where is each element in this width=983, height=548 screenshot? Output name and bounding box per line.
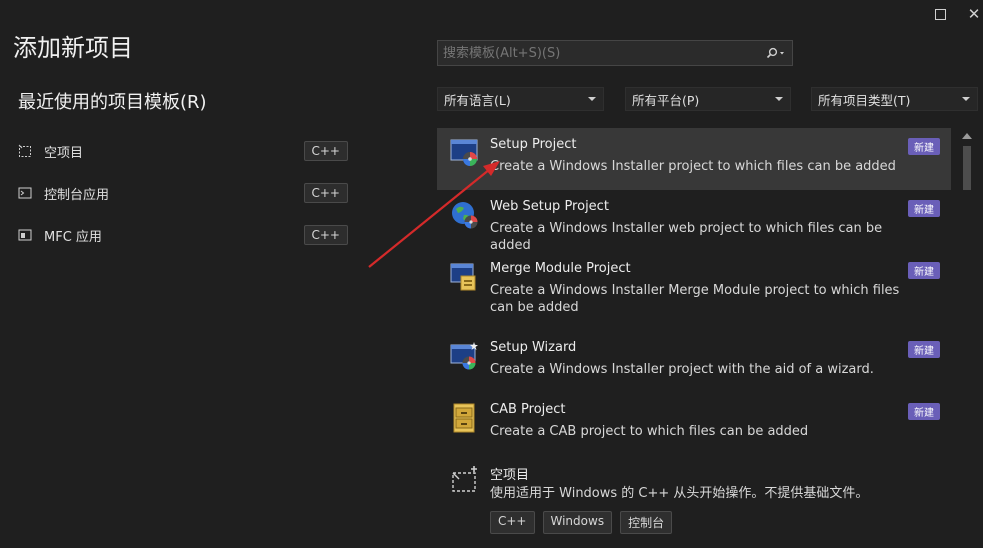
language-tag: C++ [303, 183, 348, 203]
page-title: 添加新项目 [13, 34, 133, 62]
language-tag: C++ [303, 225, 348, 245]
recent-item-label: 空项目 [44, 145, 84, 161]
template-item-empty-project[interactable]: 空项目 使用适用于 Windows 的 C++ 从头开始操作。不提供基础文件。 … [437, 455, 951, 548]
close-icon: ✕ [967, 5, 981, 23]
recent-item-label: 控制台应用 [44, 187, 110, 203]
recent-item-console-app[interactable]: 控制台应用 C++ [18, 180, 348, 206]
scroll-thumb[interactable] [963, 146, 971, 190]
chevron-down-icon [588, 97, 596, 101]
project-type-tag: 控制台 [620, 511, 673, 534]
scroll-up-icon[interactable] [962, 133, 972, 139]
template-search[interactable] [437, 40, 793, 66]
project-type-filter[interactable]: 所有项目类型(T) [811, 87, 978, 111]
template-item-cab-project[interactable]: CAB Project Create a CAB project to whic… [437, 393, 951, 455]
template-description: Create a Windows Installer web project t… [490, 221, 883, 253]
template-description: Create a CAB project to which files can … [490, 424, 809, 439]
language-filter-label: 所有语言(L) [444, 92, 511, 108]
close-button[interactable]: ✕ [964, 4, 983, 24]
template-item-setup-wizard[interactable]: Setup Wizard Create a Windows Installer … [437, 331, 951, 393]
new-badge: 新建 [908, 262, 940, 279]
console-app-icon [18, 186, 32, 200]
setup-wizard-icon [450, 341, 480, 371]
language-filter[interactable]: 所有语言(L) [437, 87, 604, 111]
cab-project-icon [450, 403, 480, 433]
maximize-button[interactable] [930, 4, 950, 24]
template-description: Create a Windows Installer Merge Module … [490, 283, 900, 315]
mfc-app-icon [18, 228, 32, 242]
search-input[interactable] [438, 44, 766, 62]
template-name: 空项目 [490, 468, 530, 483]
template-description: 使用适用于 Windows 的 C++ 从头开始操作。不提供基础文件。 [490, 486, 869, 501]
template-list-scrollbar[interactable] [959, 128, 975, 548]
project-type-filter-label: 所有项目类型(T) [818, 92, 911, 108]
maximize-icon [934, 9, 946, 20]
chevron-down-icon [962, 97, 970, 101]
template-description: Create a Windows Installer project with … [490, 362, 874, 377]
language-tag: C++ [490, 511, 535, 534]
chevron-down-icon [775, 97, 783, 101]
template-description: Create a Windows Installer project to wh… [490, 159, 896, 174]
recent-item-label: MFC 应用 [44, 229, 102, 245]
template-name: Setup Wizard [490, 340, 577, 355]
recent-item-mfc-app[interactable]: MFC 应用 C++ [18, 222, 348, 248]
template-tags: C++ Windows 控制台 [490, 511, 673, 534]
new-badge: 新建 [908, 341, 940, 358]
language-tag: C++ [303, 141, 348, 161]
recent-templates-heading: 最近使用的项目模板(R) [18, 92, 207, 113]
platform-filter-label: 所有平台(P) [632, 92, 700, 108]
search-icon[interactable] [766, 47, 792, 59]
new-badge: 新建 [908, 403, 940, 420]
recent-item-empty-project[interactable]: 空项目 C++ [18, 138, 348, 164]
template-name: CAB Project [490, 402, 566, 417]
new-badge: 新建 [908, 200, 940, 217]
empty-project-icon [18, 144, 32, 158]
new-badge: 新建 [908, 138, 940, 155]
platform-tag: Windows [542, 511, 613, 534]
annotation-arrow [368, 161, 500, 268]
empty-project-icon [450, 465, 480, 495]
platform-filter[interactable]: 所有平台(P) [625, 87, 791, 111]
